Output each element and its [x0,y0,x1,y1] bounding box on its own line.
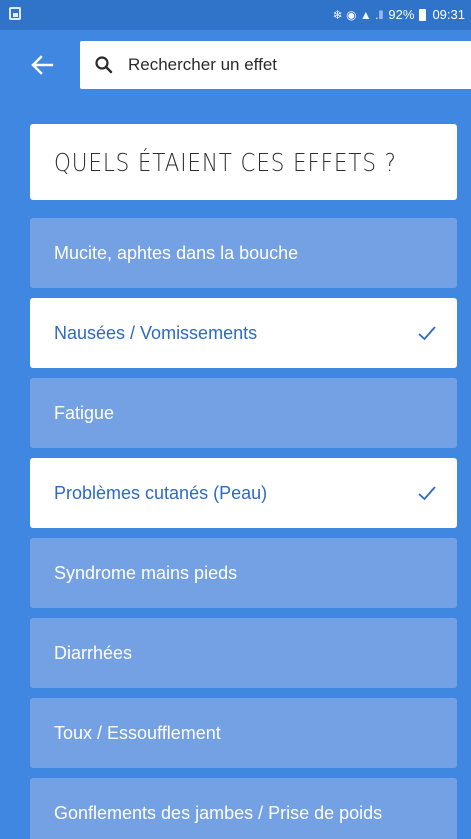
list-item-label: Diarrhées [54,642,133,663]
list-item-label: Toux / Essoufflement [54,722,221,743]
status-bar: ❄ ◉ ▲ .‖ 92% 09:31 [0,0,471,30]
list-item-label: Gonflements des jambes / Prise de poids [54,802,383,823]
app-bar [0,30,471,102]
list-item-label: Syndrome mains pieds [54,562,238,583]
arrow-left-icon [31,55,54,75]
signal-icons: ❄ ◉ ▲ .‖ [332,7,384,22]
list-item[interactable]: Nausées / Vomissements [30,298,457,368]
check-icon [418,326,436,341]
list-item[interactable]: Fatigue [30,378,457,448]
effects-list: Mucite, aphtes dans la bouche Nausées / … [30,218,457,839]
battery-icon [419,8,427,21]
back-button[interactable] [22,45,62,85]
list-item[interactable]: Diarrhées [30,618,457,688]
list-item-label: Problèmes cutanés (Peau) [54,482,268,503]
clock: 09:31 [432,7,465,22]
list-item-label: Fatigue [54,402,115,423]
search-input[interactable] [128,55,428,75]
list-item-label: Mucite, aphtes dans la bouche [54,242,299,263]
list-item[interactable]: Mucite, aphtes dans la bouche [30,218,457,288]
list-item[interactable]: Syndrome mains pieds [30,538,457,608]
battery-percent: 92% [388,7,415,22]
list-item[interactable]: Gonflements des jambes / Prise de poids [30,778,457,839]
status-bar-right: ❄ ◉ ▲ .‖ 92% 09:31 [333,7,465,22]
question-card: QUELS ÉTAIENT CES EFFETS ? [30,124,457,200]
search-icon [94,55,114,75]
list-item[interactable]: Problèmes cutanés (Peau) [30,458,457,528]
list-item[interactable]: Toux / Essoufflement [30,698,457,768]
list-item-label: Nausées / Vomissements [54,322,258,343]
page-title: QUELS ÉTAIENT CES EFFETS ? [54,147,397,177]
search-bar[interactable] [80,41,471,89]
check-icon [418,486,436,501]
gallery-notification-icon [9,7,21,20]
